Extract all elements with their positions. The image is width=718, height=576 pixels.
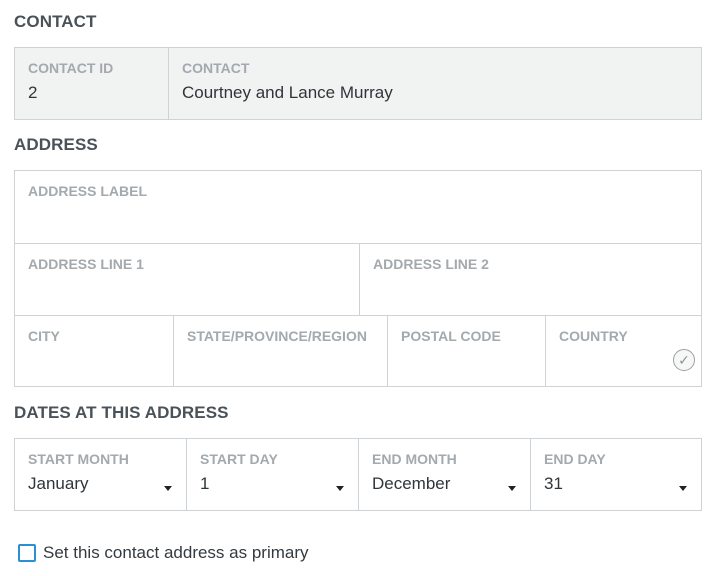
chevron-down-icon[interactable] — [679, 486, 687, 491]
contact-id-value: 2 — [28, 83, 38, 102]
primary-address-label[interactable]: Set this contact address as primary — [43, 543, 309, 563]
chevron-down-icon[interactable] — [336, 486, 344, 491]
postal-code-label: POSTAL CODE — [401, 328, 501, 344]
address-label-field[interactable]: ADDRESS LABEL — [15, 171, 701, 243]
start-month-value: January — [28, 474, 89, 493]
start-month-select[interactable]: START MONTH January — [15, 439, 187, 510]
end-day-select[interactable]: END DAY 31 — [531, 439, 701, 510]
contact-section-title: CONTACT — [14, 12, 97, 31]
state-field[interactable]: STATE/PROVINCE/REGION — [174, 316, 388, 386]
end-month-label: END MONTH — [372, 451, 457, 467]
city-field[interactable]: CITY — [15, 316, 174, 386]
contact-box: CONTACT ID 2 CONTACT Courtney and Lance … — [14, 47, 702, 120]
state-label: STATE/PROVINCE/REGION — [187, 328, 367, 344]
chevron-down-icon[interactable] — [164, 486, 172, 491]
dates-box: START MONTH January START DAY 1 END MONT… — [14, 438, 702, 511]
country-field[interactable]: COUNTRY ✓ — [546, 316, 701, 386]
address-section-title: ADDRESS — [14, 135, 98, 154]
postal-code-field[interactable]: POSTAL CODE — [388, 316, 546, 386]
contact-id-field: CONTACT ID 2 — [15, 48, 169, 119]
end-day-value: 31 — [544, 474, 563, 493]
country-label: COUNTRY — [559, 328, 628, 344]
end-month-value: December — [372, 474, 451, 493]
address-line1-field[interactable]: ADDRESS LINE 1 — [15, 244, 360, 315]
address-line1-label: ADDRESS LINE 1 — [28, 256, 144, 272]
chevron-down-icon[interactable] — [508, 486, 516, 491]
contact-id-label: CONTACT ID — [28, 60, 114, 76]
contact-field: CONTACT Courtney and Lance Murray — [169, 48, 701, 119]
address-box: ADDRESS LABEL ADDRESS LINE 1 ADDRESS LIN… — [14, 170, 702, 387]
contact-label: CONTACT — [182, 60, 250, 76]
address-line2-label: ADDRESS LINE 2 — [373, 256, 489, 272]
primary-address-option[interactable]: Set this contact address as primary — [18, 543, 309, 563]
dates-section-title: DATES AT THIS ADDRESS — [14, 403, 229, 422]
start-day-select[interactable]: START DAY 1 — [187, 439, 359, 510]
end-day-label: END DAY — [544, 451, 606, 467]
address-line2-field[interactable]: ADDRESS LINE 2 — [360, 244, 701, 315]
address-label-label: ADDRESS LABEL — [28, 183, 148, 199]
start-month-label: START MONTH — [28, 451, 129, 467]
end-month-select[interactable]: END MONTH December — [359, 439, 531, 510]
start-day-value: 1 — [200, 474, 210, 493]
contact-value: Courtney and Lance Murray — [182, 83, 393, 102]
start-day-label: START DAY — [200, 451, 278, 467]
check-circle-icon[interactable]: ✓ — [673, 349, 695, 371]
primary-address-checkbox[interactable] — [18, 544, 36, 562]
city-label: CITY — [28, 328, 60, 344]
